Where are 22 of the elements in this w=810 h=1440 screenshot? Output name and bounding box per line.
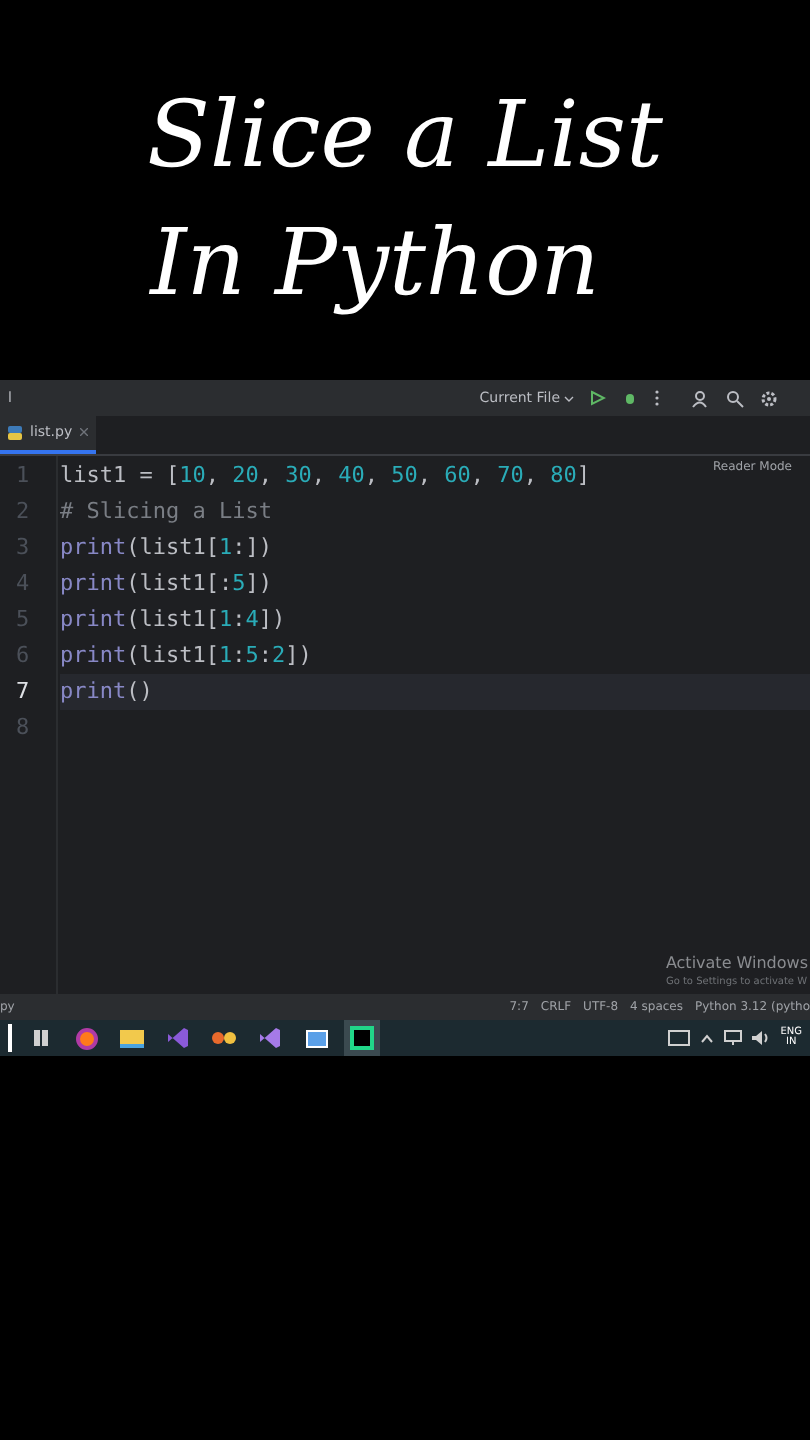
run-icon[interactable]	[590, 390, 606, 406]
speaker-icon[interactable]	[752, 1030, 771, 1046]
video-title: In Python	[150, 206, 602, 320]
code-line: print(list1[1:])	[60, 531, 272, 564]
line-number: 7	[16, 675, 30, 708]
code-line: print(list1[1:4])	[60, 603, 286, 636]
ide-icon[interactable]	[344, 1020, 380, 1056]
search-icon[interactable]	[726, 389, 744, 407]
code-line: # Slicing a List	[60, 495, 272, 528]
code-line: list1 = [10, 20, 30, 40, 50, 60, 70, 80]	[60, 459, 590, 492]
settings-icon[interactable]	[760, 389, 778, 407]
chevron-up-icon[interactable]	[700, 1033, 715, 1043]
close-icon[interactable]	[80, 428, 89, 436]
chevron-down-icon	[564, 395, 574, 401]
debug-icon[interactable]	[622, 390, 638, 406]
code-line: print(list1[1:5:2])	[60, 639, 312, 672]
more-icon[interactable]	[654, 390, 660, 406]
video-title: Slice a List	[147, 78, 663, 192]
python-file-icon	[8, 425, 22, 439]
activation-title: Activate Windows	[665, 951, 808, 975]
code-line: print()	[60, 675, 153, 708]
code-line: print(list1[:5])	[60, 567, 272, 600]
